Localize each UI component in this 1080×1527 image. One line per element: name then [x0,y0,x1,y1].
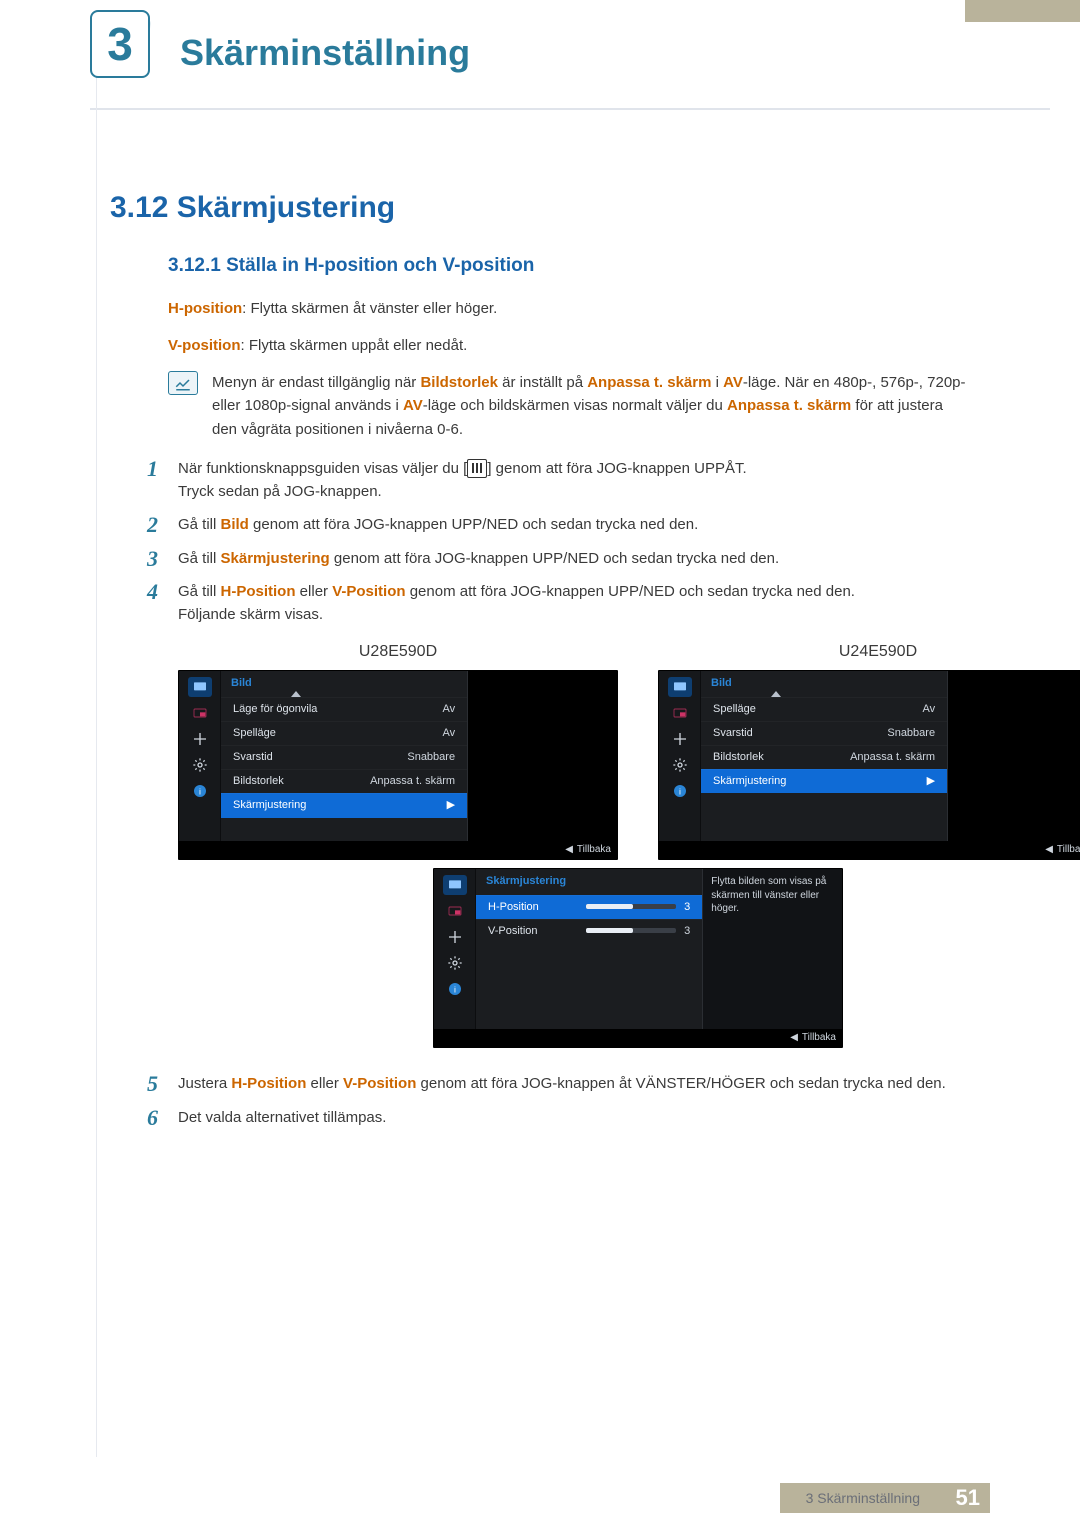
move-icon [443,927,467,947]
scroll-up-icon [291,691,301,697]
step-6: 6 Det valda alternativet tillämpas. [110,1106,970,1129]
osd-row: Skärmjustering▶ [701,769,947,793]
picture-icon [668,677,692,697]
osd-row: BildstorlekAnpassa t. skärm [701,745,947,769]
page: 3 Skärminställning 3.12 Skärmjustering 3… [0,0,1080,1527]
step-1: 1 När funktionsknappsguiden visas väljer… [110,457,970,504]
note-icon [168,371,198,395]
decorative-topbar [965,0,1080,22]
left-rule [96,30,97,1457]
step-2: 2 Gå till Bild genom att föra JOG-knappe… [110,513,970,536]
osd-row: Skärmjustering▶ [221,793,467,817]
osd-caption-u28: U28E590D [178,644,618,660]
svg-text:i: i [679,787,681,797]
step-5: 5 Justera H-Position eller V-Position ge… [110,1072,970,1095]
osd-rows-detail: H-Position3V-Position3 [476,895,702,943]
note-block: Menyn är endast tillgänglig när Bildstor… [168,371,970,441]
osd-caption-u24: U24E590D [658,644,1080,660]
info-icon: i [443,979,467,999]
osd-u28: i Bild Läge för ögonvilaAvSpellägeAvSvar… [178,670,618,860]
picture-icon [443,875,467,895]
footer-page: 51 [956,1487,980,1509]
scroll-up-icon [771,691,781,697]
move-icon [188,729,212,749]
content: 3.12 Skärmjustering 3.12.1 Ställa in H-p… [0,110,1080,1279]
steps-list: 1 När funktionsknappsguiden visas väljer… [110,457,970,1129]
pip-icon [443,901,467,921]
osd-row: SpellägeAv [701,697,947,721]
osd-back-u28: ◀ Tillbaka [565,844,611,856]
menu-icon [467,459,487,478]
pip-icon [188,703,212,723]
osd-u24: i Bild SpellägeAvSvarstidSnabbareBildsto… [658,670,1080,860]
osd-detail: i Skärmjustering H-Position3V-Position3 … [433,868,843,1048]
footer: 3 Skärminställning 51 [0,1471,1080,1527]
gear-icon [188,755,212,775]
chapter-badge: 3 [90,10,162,96]
osd-back-detail: ◀ Tillbaka [790,1032,836,1044]
osd-header: Bild [221,671,467,696]
gear-icon [443,953,467,973]
pip-icon [668,703,692,723]
chapter-title: Skärminställning [180,33,470,73]
svg-text:i: i [454,985,456,995]
picture-icon [188,677,212,697]
osd-row: SvarstidSnabbare [221,745,467,769]
masthead: 3 Skärminställning [0,0,1080,96]
osd-back-u24: ◀ Tillbaka [1045,844,1080,856]
osd-row: Läge för ögonvilaAv [221,697,467,721]
subsection-heading: 3.12.1 Ställa in H-position och V-positi… [168,254,970,279]
svg-text:i: i [199,787,201,797]
osd-description: Flytta bilden som visas på skärmen till … [703,869,842,1029]
osd-row: SvarstidSnabbare [701,721,947,745]
osd-row: U28E590D i [178,644,1080,860]
osd-row: SpellägeAv [221,721,467,745]
hpos-definition: H-position: Flytta skärmen åt vänster el… [168,297,970,320]
info-icon: i [668,781,692,801]
move-icon [668,729,692,749]
chapter-number: 3 [107,21,133,67]
vpos-definition: V-position: Flytta skärmen uppåt eller n… [168,334,970,357]
osd-rows-u28: Läge för ögonvilaAvSpellägeAvSvarstidSna… [221,697,467,818]
osd-header: Skärmjustering [476,869,702,894]
osd-row: V-Position3 [476,919,702,943]
step-4: 4 Gå till H-Position eller V-Position ge… [110,580,970,1063]
footer-text: 3 Skärminställning [806,1491,920,1505]
section-heading: 3.12 Skärmjustering [110,190,970,226]
osd-rows-u24: SpellägeAvSvarstidSnabbareBildstorlekAnp… [701,697,947,794]
osd-sidebar: i [179,671,221,841]
step-3: 3 Gå till Skärmjustering genom att föra … [110,547,970,570]
osd-row: BildstorlekAnpassa t. skärm [221,769,467,793]
gear-icon [668,755,692,775]
info-icon: i [188,781,212,801]
osd-header: Bild [701,671,947,696]
note-text: Menyn är endast tillgänglig när Bildstor… [212,371,970,441]
osd-row: H-Position3 [476,895,702,919]
